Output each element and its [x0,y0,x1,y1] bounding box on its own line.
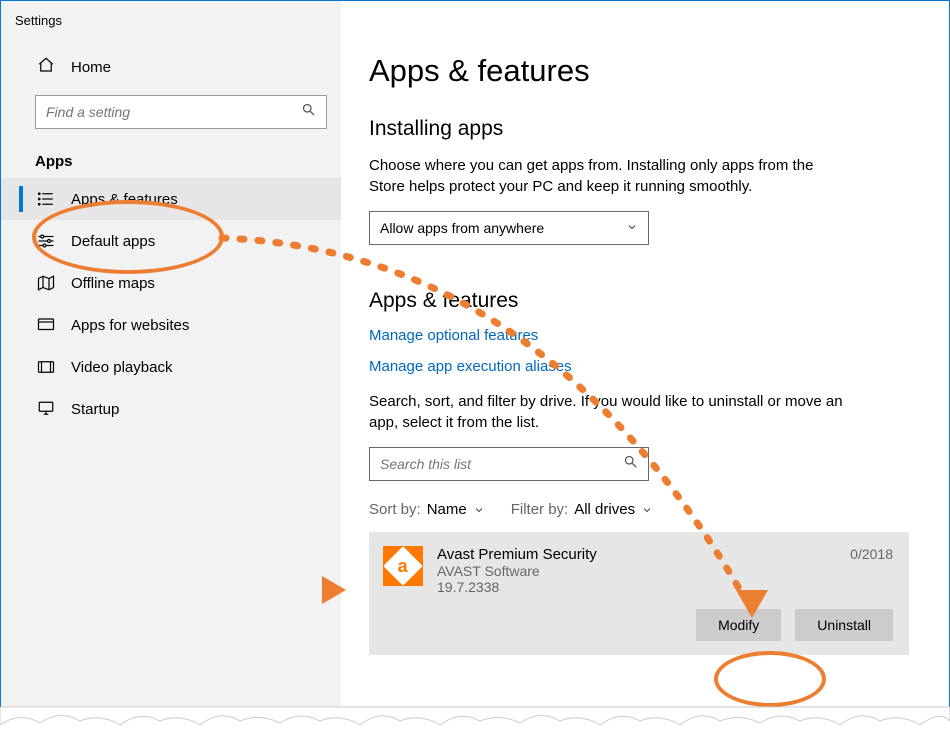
torn-edge [0,707,950,733]
sidebar: Settings Home Apps Apps & features Defa [1,1,341,732]
install-source-dropdown[interactable]: Allow apps from anywhere [369,211,649,245]
filter-label: Filter by: [511,501,569,518]
sidebar-item-video-playback[interactable]: Video playback [1,346,341,388]
app-date: 0/2018 [850,546,893,562]
page-title: Apps & features [369,53,909,89]
search-icon [301,102,316,122]
sidebar-search[interactable] [35,95,327,129]
sidebar-item-label: Default apps [71,233,155,250]
sidebar-item-offline-maps[interactable]: Offline maps [1,262,341,304]
app-buttons: Modify Uninstall [383,609,893,641]
startup-icon [37,400,55,418]
app-row: a Avast Premium Security AVAST Software … [383,546,893,595]
sort-filter-bar: Sort by: Name Filter by: All drives [369,501,909,518]
defaults-icon [37,232,55,250]
window-title: Settings [1,1,341,46]
dropdown-value: Allow apps from anywhere [380,220,544,236]
chevron-down-icon [641,504,653,516]
avast-icon: a [383,546,423,586]
nav-home[interactable]: Home [1,46,341,89]
sidebar-item-label: Startup [71,401,119,418]
app-name: Avast Premium Security [437,546,836,563]
filter-by-dropdown[interactable]: Filter by: All drives [511,501,653,518]
sidebar-item-label: Video playback [71,359,172,376]
sort-value: Name [427,501,467,518]
modify-button[interactable]: Modify [696,609,781,641]
installing-heading: Installing apps [369,117,909,141]
sidebar-item-apps-features[interactable]: Apps & features [1,178,341,220]
apps-desc: Search, sort, and filter by drive. If yo… [369,391,849,433]
chevron-down-icon [626,220,638,236]
sidebar-item-startup[interactable]: Startup [1,388,341,430]
sort-by-dropdown[interactable]: Sort by: Name [369,501,485,518]
chevron-down-icon [473,504,485,516]
search-icon [623,454,638,474]
video-icon [37,358,55,376]
apps-search[interactable] [369,447,649,481]
map-icon [37,274,55,292]
websites-icon [37,316,55,334]
app-list-item[interactable]: a Avast Premium Security AVAST Software … [369,532,909,655]
installing-desc: Choose where you can get apps from. Inst… [369,155,849,197]
app-info: Avast Premium Security AVAST Software 19… [437,546,836,595]
app-version: 19.7.2338 [437,579,836,595]
main-content: Apps & features Installing apps Choose w… [341,1,949,732]
sidebar-item-label: Apps for websites [71,317,189,334]
list-icon [37,190,55,208]
link-optional-features[interactable]: Manage optional features [369,327,909,344]
uninstall-button[interactable]: Uninstall [795,609,893,641]
filter-value: All drives [574,501,635,518]
sidebar-item-label: Apps & features [71,191,178,208]
nav-home-label: Home [71,59,111,76]
sidebar-item-default-apps[interactable]: Default apps [1,220,341,262]
sidebar-item-label: Offline maps [71,275,155,292]
settings-window: Settings Home Apps Apps & features Defa [0,0,950,733]
app-publisher: AVAST Software [437,563,836,579]
apps-heading: Apps & features [369,289,909,313]
apps-search-input[interactable] [380,456,623,472]
sidebar-search-input[interactable] [46,104,301,120]
link-execution-aliases[interactable]: Manage app execution aliases [369,358,909,375]
sidebar-item-apps-for-websites[interactable]: Apps for websites [1,304,341,346]
sort-label: Sort by: [369,501,421,518]
sidebar-section-label: Apps [1,147,341,178]
home-icon [37,56,55,79]
